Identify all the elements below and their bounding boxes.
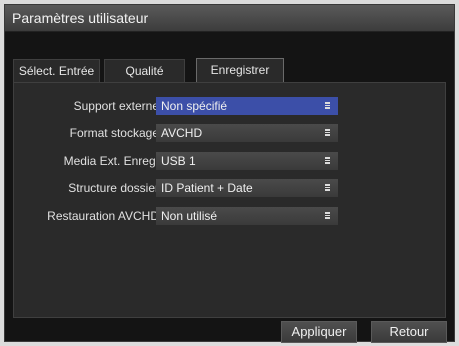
footer-bar: Appliquer Retour: [5, 321, 454, 343]
ext-record-media-dropdown[interactable]: USB 1: [156, 152, 338, 170]
setting-label: Support externe: [73, 99, 159, 113]
dropdown-icon: [325, 129, 330, 136]
avchd-restore-dropdown[interactable]: Non utilisé: [156, 207, 338, 225]
setting-row-external-media: Support externe Non spécifié: [14, 97, 445, 115]
window-title: Paramètres utilisateur: [12, 10, 149, 26]
settings-window: Paramètres utilisateur Sélect. Entrée Qu…: [4, 4, 455, 343]
dropdown-value: Non utilisé: [161, 209, 218, 223]
apply-button[interactable]: Appliquer: [281, 321, 357, 343]
dropdown-value: AVCHD: [161, 126, 203, 140]
title-bar: Paramètres utilisateur: [5, 5, 454, 32]
dropdown-icon: [325, 102, 330, 109]
tab-quality[interactable]: Qualité: [104, 59, 185, 82]
setting-row-ext-record-media: Media Ext. Enreg. USB 1: [14, 152, 445, 170]
external-media-dropdown[interactable]: Non spécifié: [156, 97, 338, 115]
setting-label: Structure dossier: [68, 181, 159, 195]
record-settings-panel: Support externe Non spécifié Format stoc…: [13, 82, 446, 318]
tab-select-input[interactable]: Sélect. Entrée: [13, 59, 100, 82]
dropdown-value: Non spécifié: [161, 99, 228, 113]
dropdown-icon: [325, 212, 330, 219]
setting-label: Media Ext. Enreg.: [63, 154, 159, 168]
tab-record[interactable]: Enregistrer: [196, 58, 284, 83]
back-button[interactable]: Retour: [371, 321, 447, 343]
setting-row-folder-structure: Structure dossier ID Patient + Date: [14, 179, 445, 197]
dropdown-icon: [325, 157, 330, 164]
setting-row-avchd-restore: Restauration AVCHD Non utilisé: [14, 207, 445, 225]
setting-row-storage-format: Format stockage AVCHD: [14, 124, 445, 142]
folder-structure-dropdown[interactable]: ID Patient + Date: [156, 179, 338, 197]
storage-format-dropdown[interactable]: AVCHD: [156, 124, 338, 142]
setting-label: Restauration AVCHD: [47, 209, 159, 223]
dropdown-value: ID Patient + Date: [161, 181, 253, 195]
dropdown-icon: [325, 184, 330, 191]
setting-label: Format stockage: [69, 126, 159, 140]
dropdown-value: USB 1: [161, 154, 196, 168]
